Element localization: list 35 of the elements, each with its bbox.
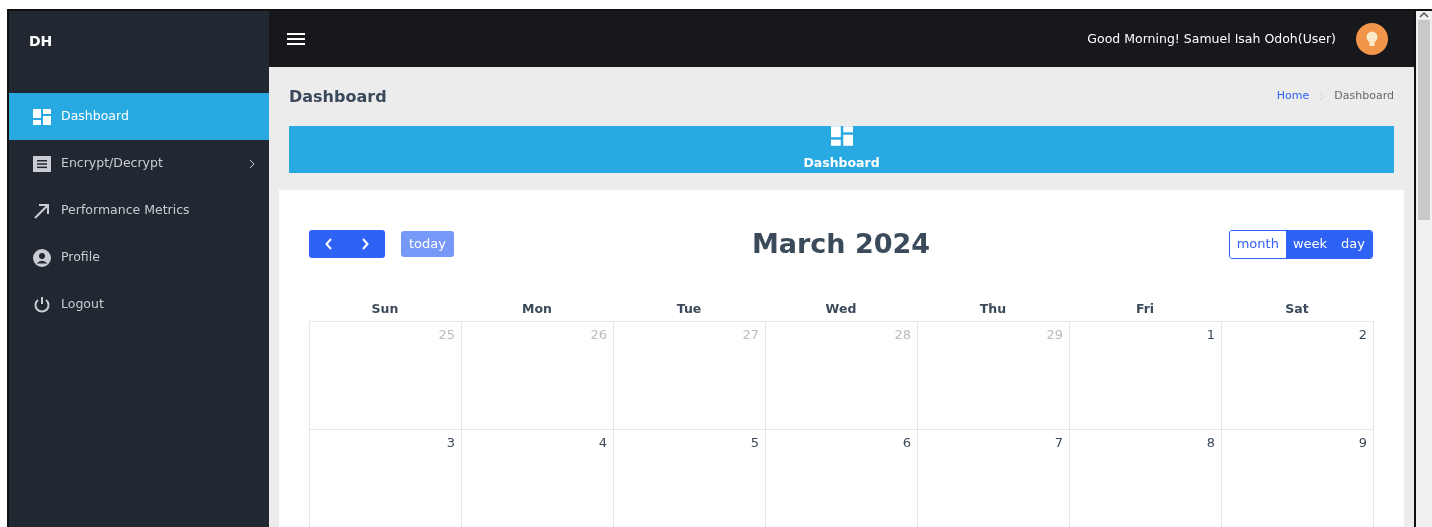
weekday-header: Fri — [1134, 300, 1156, 319]
user-avatar[interactable] — [1356, 23, 1388, 55]
dashboard-icon — [830, 126, 853, 147]
greeting-text: Good Morning! Samuel Isah Odoh(User) — [1087, 29, 1336, 48]
menu-icon[interactable] — [287, 33, 305, 45]
weekday-header: Thu — [978, 300, 1008, 319]
scrollbar-thumb[interactable] — [1418, 20, 1430, 220]
page-title: Dashboard — [289, 87, 387, 107]
previous-button[interactable] — [309, 230, 347, 259]
view-tab[interactable]: day — [1334, 230, 1372, 258]
dashboard-icon — [33, 108, 51, 125]
chevron-right-icon — [361, 238, 369, 251]
power-icon — [33, 296, 51, 313]
weekday-header: Mon — [521, 300, 553, 319]
next-button[interactable] — [347, 230, 385, 259]
list-icon — [33, 155, 51, 172]
brand-logo[interactable]: DH — [9, 11, 269, 67]
day-cell[interactable]: 2 — [1221, 321, 1374, 431]
calendar-title: March 2024 — [750, 227, 932, 261]
sidebar-item[interactable]: Performance Metrics — [9, 187, 269, 234]
banner-label: Dashboard — [803, 154, 880, 173]
weekday-header: Wed — [824, 300, 858, 319]
sidebar-item[interactable]: Profile — [9, 234, 269, 281]
weekday-header: Tue — [675, 300, 703, 319]
breadcrumb-link[interactable]: Home — [1276, 88, 1310, 105]
sidebar-item[interactable]: Logout — [9, 281, 269, 328]
scroll-up-icon[interactable] — [1419, 11, 1429, 18]
user-icon — [33, 248, 51, 267]
arrow-icon — [33, 202, 51, 219]
chevron-left-icon — [325, 238, 333, 251]
view-tab[interactable]: week — [1285, 230, 1335, 258]
breadcrumb-current: Dashboard — [1334, 88, 1394, 105]
weekday-header: Sat — [1284, 300, 1310, 319]
sidebar-item[interactable]: Encrypt/Decrypt — [9, 140, 269, 187]
weekday-header: Sun — [370, 300, 400, 319]
